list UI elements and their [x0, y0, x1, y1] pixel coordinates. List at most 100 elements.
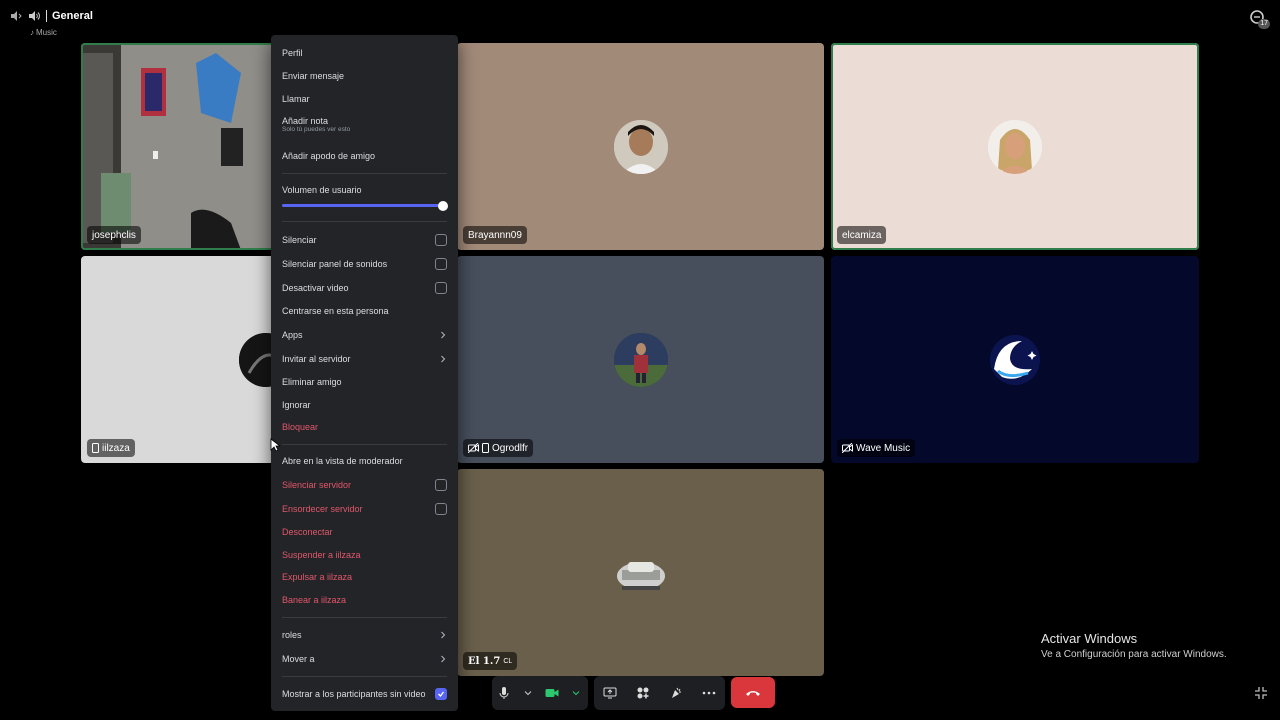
menu-item-profile[interactable]: Perfil	[282, 46, 447, 60]
participant-name: iilzaza	[102, 442, 130, 454]
menu-item-kick[interactable]: Expulsar a iilzaza	[282, 570, 447, 584]
participant-tile-josephclis[interactable]: josephclis	[81, 43, 275, 250]
more-options-button[interactable]	[701, 685, 717, 701]
channel-header: General ♪ Music	[10, 6, 93, 42]
menu-item-ban[interactable]: Banear a iilzaza	[282, 593, 447, 607]
watermark-title: Activar Windows	[1041, 631, 1138, 646]
activity-controls	[594, 676, 725, 710]
camera-icon	[545, 689, 559, 697]
menu-label: Desactivar video	[282, 283, 349, 293]
menu-item-add-note[interactable]: Añadir nota Solo tú puedes ver esto	[282, 114, 447, 133]
participant-tile-elcamiza[interactable]: elcamiza	[831, 43, 1199, 250]
menu-label: Banear a iilzaza	[282, 595, 347, 605]
menu-label: Volumen de usuario	[282, 185, 362, 195]
menu-separator	[282, 617, 447, 618]
chevron-right-icon	[441, 331, 446, 339]
menu-label: Eliminar amigo	[282, 377, 342, 387]
menu-item-focus[interactable]: Centrarse en esta persona	[282, 304, 447, 318]
menu-item-server-deafen[interactable]: Ensordecer servidor	[282, 502, 447, 516]
menu-item-disconnect[interactable]: Desconectar	[282, 525, 447, 539]
music-note-icon: ♪	[30, 28, 34, 37]
chevron-right-icon	[441, 631, 446, 639]
participant-label: Ogrodlfr	[463, 439, 534, 457]
microphone-button[interactable]	[496, 685, 512, 701]
participant-tile-wave-music[interactable]: Wave Music	[831, 256, 1199, 463]
disconnect-call-button[interactable]	[731, 677, 775, 708]
menu-label: Enviar mensaje	[282, 71, 345, 81]
server-deafen-checkbox[interactable]	[435, 503, 447, 515]
volume-slider-track[interactable]	[282, 204, 443, 207]
microphone-icon	[499, 687, 509, 699]
hang-up-icon	[746, 690, 760, 696]
menu-item-roles[interactable]: roles	[282, 628, 447, 642]
participant-tile-iilzaza[interactable]: iilzaza	[81, 256, 275, 463]
camera-button[interactable]	[544, 685, 560, 701]
mic-options-button[interactable]	[520, 685, 536, 701]
menu-item-mute[interactable]: Silenciar	[282, 233, 447, 247]
menu-item-moderator-view[interactable]: Abre en la vista de moderador	[282, 454, 447, 468]
menu-item-ignore[interactable]: Ignorar	[282, 398, 447, 412]
participant-label: Brayannn09	[463, 226, 527, 244]
menu-label: Invitar al servidor	[282, 354, 351, 364]
menu-item-call[interactable]: Llamar	[282, 92, 447, 106]
menu-item-move-to[interactable]: Mover a	[282, 652, 447, 666]
screen-share-button[interactable]	[602, 685, 618, 701]
menu-item-invite[interactable]: Invitar al servidor	[282, 352, 447, 366]
menu-item-disable-video[interactable]: Desactivar video	[282, 281, 447, 295]
menu-label: Silenciar panel de sonidos	[282, 259, 388, 269]
participant-name: elcamiza	[842, 229, 882, 241]
menu-label: Perfil	[282, 48, 303, 58]
menu-separator	[282, 173, 447, 174]
menu-item-user-volume: Volumen de usuario	[282, 183, 447, 197]
avatar	[613, 332, 668, 387]
menu-label: Abre en la vista de moderador	[282, 456, 403, 466]
menu-label: Suspender a iilzaza	[282, 550, 361, 560]
participant-name: josephclis	[92, 229, 136, 241]
show-no-video-checkbox[interactable]	[435, 688, 447, 700]
voice-settings-icon[interactable]	[10, 10, 22, 22]
avatar	[613, 119, 668, 174]
chevron-down-icon	[524, 691, 532, 696]
menu-item-remove-friend[interactable]: Eliminar amigo	[282, 375, 447, 389]
mobile-icon	[92, 443, 99, 453]
participant-tile-el-1-7[interactable]: El 1.7 CL	[457, 469, 824, 676]
camera-options-button[interactable]	[568, 685, 584, 701]
camera-off-icon	[842, 443, 853, 453]
activity-label: Music	[36, 28, 57, 37]
menu-item-friend-nickname[interactable]: Añadir apodo de amigo	[282, 149, 447, 163]
menu-label: Mover a	[282, 654, 315, 664]
menu-label: Expulsar a iilzaza	[282, 572, 353, 582]
server-mute-checkbox[interactable]	[435, 479, 447, 491]
menu-item-show-no-video[interactable]: Mostrar a los participantes sin video	[282, 687, 447, 701]
menu-separator	[282, 444, 447, 445]
menu-label: Centrarse en esta persona	[282, 306, 389, 316]
participant-tile-brayannn09[interactable]: Brayannn09	[457, 43, 824, 250]
participant-label: josephclis	[87, 226, 141, 244]
menu-item-mute-soundboard[interactable]: Silenciar panel de sonidos	[282, 257, 447, 271]
menu-item-server-mute[interactable]: Silenciar servidor	[282, 478, 447, 492]
menu-label: Desconectar	[282, 527, 333, 537]
participant-label: iilzaza	[87, 439, 135, 457]
mute-soundboard-checkbox[interactable]	[435, 258, 447, 270]
menu-item-suspend[interactable]: Suspender a iilzaza	[282, 548, 447, 562]
menu-item-block[interactable]: Bloquear	[282, 420, 447, 434]
avatar	[988, 119, 1042, 174]
participant-label: El 1.7 CL	[463, 652, 518, 670]
menu-label: Silenciar	[282, 235, 317, 245]
volume-slider-handle[interactable]	[438, 201, 448, 211]
channel-name: General	[46, 10, 93, 22]
activities-button[interactable]	[635, 685, 651, 701]
menu-label: roles	[282, 630, 302, 640]
chevron-right-icon	[441, 655, 446, 663]
menu-item-send-message[interactable]: Enviar mensaje	[282, 69, 447, 83]
menu-label: Añadir nota	[282, 116, 329, 126]
menu-label: Llamar	[282, 94, 310, 104]
mute-checkbox[interactable]	[435, 234, 447, 246]
inbox-button[interactable]: 17	[1248, 8, 1270, 29]
menu-item-apps[interactable]: Apps	[282, 328, 447, 342]
soundboard-button[interactable]	[668, 685, 684, 701]
participant-tile-ogrodlfr[interactable]: Ogrodlfr	[457, 256, 824, 463]
disable-video-checkbox[interactable]	[435, 282, 447, 294]
exit-fullscreen-icon[interactable]	[1254, 686, 1268, 700]
participant-name: Wave Music	[856, 442, 911, 454]
